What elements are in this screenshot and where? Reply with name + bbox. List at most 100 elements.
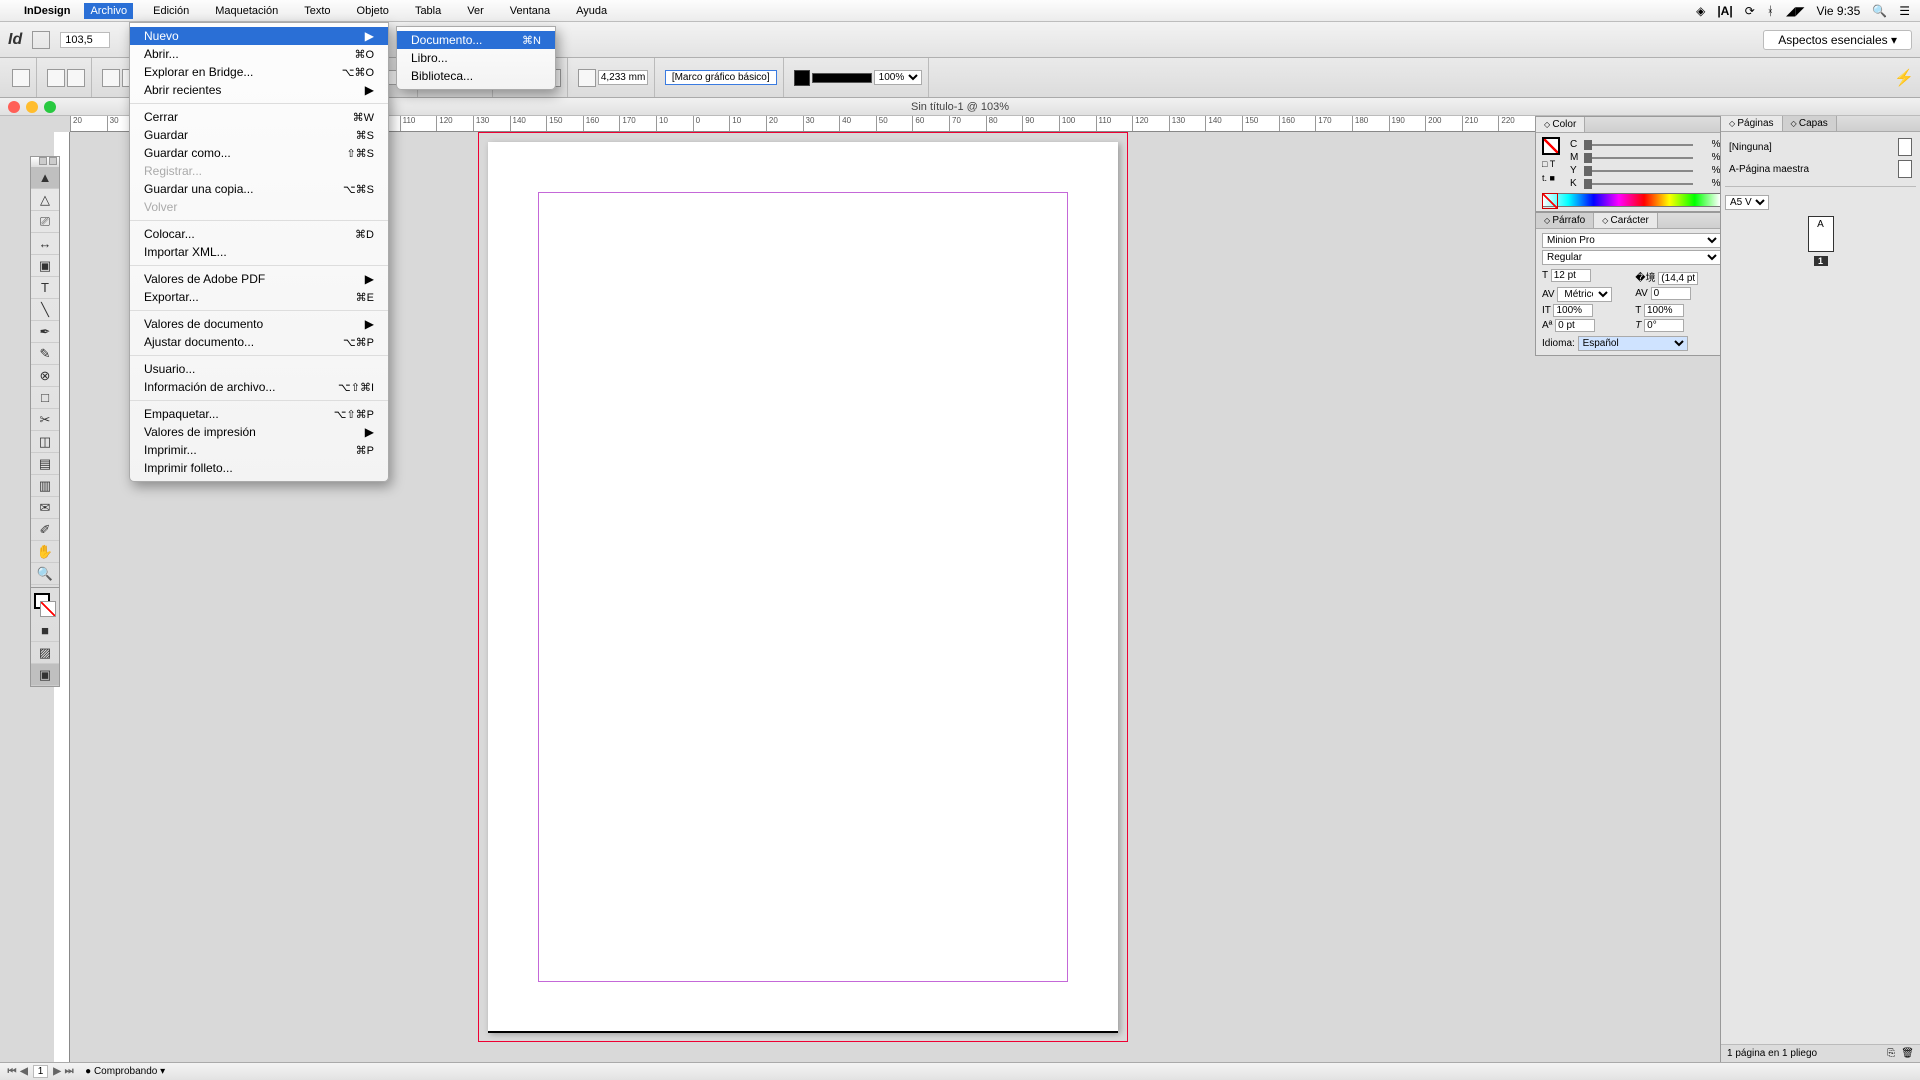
corner-size-input[interactable]	[598, 70, 648, 85]
spotlight-icon[interactable]: 🔍	[1872, 4, 1887, 18]
apply-color-button[interactable]: ■	[31, 620, 59, 642]
direct-selection-tool[interactable]: △	[31, 189, 59, 211]
vscale-input[interactable]	[1553, 304, 1593, 317]
file-menu-item[interactable]: Empaquetar...⌥⇧⌘P	[130, 405, 388, 423]
selection-tool[interactable]: ▲	[31, 167, 59, 189]
menu-ver[interactable]: Ver	[461, 3, 490, 19]
zoom-window-button[interactable]	[44, 101, 56, 113]
shield-icon[interactable]: ◈	[1696, 4, 1705, 18]
master-none[interactable]: [Ninguna]	[1725, 136, 1916, 158]
pct-select[interactable]: 100%	[874, 70, 922, 85]
menu-maquetacion[interactable]: Maquetación	[209, 3, 284, 19]
rectangle-frame-tool[interactable]: ⊗	[31, 365, 59, 387]
gradient-swatch-tool[interactable]: ▤	[31, 453, 59, 475]
menu-ayuda[interactable]: Ayuda	[570, 3, 613, 19]
color-slider[interactable]	[1584, 144, 1693, 146]
lightning-icon[interactable]: ⚡	[1894, 68, 1914, 88]
font-family-select[interactable]: Minion Pro	[1542, 233, 1721, 248]
hscale-input[interactable]	[1644, 304, 1684, 317]
file-menu-item[interactable]: Cerrar⌘W	[130, 108, 388, 126]
tab-color[interactable]: Color	[1536, 117, 1585, 132]
file-menu-item[interactable]: Guardar una copia...⌥⌘S	[130, 180, 388, 198]
fill-stroke-swatch[interactable]	[31, 590, 59, 620]
object-style-select[interactable]: [Marco gráfico básico]	[665, 70, 777, 85]
new-submenu-item[interactable]: Documento...⌘N	[397, 31, 555, 49]
file-menu-item[interactable]: Importar XML...	[130, 243, 388, 261]
menu-objeto[interactable]: Objeto	[351, 3, 395, 19]
new-submenu-item[interactable]: Biblioteca...	[397, 67, 555, 85]
line-tool[interactable]: ╲	[31, 299, 59, 321]
new-submenu-item[interactable]: Libro...	[397, 49, 555, 67]
file-menu-item[interactable]: Imprimir...⌘P	[130, 441, 388, 459]
tab-paginas[interactable]: Páginas	[1721, 116, 1783, 131]
menu-archivo[interactable]: Archivo	[84, 3, 133, 19]
page[interactable]	[488, 142, 1118, 1032]
zoom-field[interactable]: 103,5	[60, 32, 110, 48]
apply-gradient-button[interactable]: ▨	[31, 642, 59, 664]
gap-tool[interactable]: ↔	[31, 233, 59, 255]
font-weight-select[interactable]: Regular	[1542, 250, 1721, 265]
leading-input[interactable]	[1658, 272, 1698, 285]
color-slider[interactable]	[1584, 170, 1693, 172]
file-menu-item[interactable]: Abrir recientes▶	[130, 81, 388, 99]
color-spectrum[interactable]	[1542, 193, 1721, 207]
tab-parrafo[interactable]: Párrafo	[1536, 213, 1594, 228]
pen-tool[interactable]: ✒	[31, 321, 59, 343]
workspace-switcher[interactable]: Aspectos esenciales ▾	[1763, 30, 1912, 50]
close-window-button[interactable]	[8, 101, 20, 113]
file-menu-item[interactable]: Exportar...⌘E	[130, 288, 388, 306]
file-menu-item[interactable]: Nuevo▶	[130, 27, 388, 45]
file-menu-item[interactable]: Usuario...	[130, 360, 388, 378]
kerning-select[interactable]: Métrico	[1557, 287, 1612, 302]
file-menu-item[interactable]: Guardar como...⇧⌘S	[130, 144, 388, 162]
page-size-select[interactable]: A5 V	[1725, 195, 1769, 210]
screen-mode-button[interactable]: ▣	[31, 664, 59, 686]
file-menu-item[interactable]: Valores de impresión▶	[130, 423, 388, 441]
font-size-input[interactable]	[1551, 269, 1591, 282]
master-a[interactable]: A-Página maestra	[1725, 158, 1916, 180]
rectangle-tool[interactable]: □	[31, 387, 59, 409]
menu-edicion[interactable]: Edición	[147, 3, 195, 19]
color-fill-swatch[interactable]	[1542, 137, 1560, 155]
type-tool[interactable]: T	[31, 277, 59, 299]
pencil-tool[interactable]: ✎	[31, 343, 59, 365]
file-menu-item[interactable]: Información de archivo...⌥⇧⌘I	[130, 378, 388, 396]
clock[interactable]: Vie 9:35	[1816, 4, 1860, 18]
collapse-icon[interactable]	[39, 157, 47, 165]
corner-icon[interactable]	[578, 69, 596, 87]
stroke-style-bar[interactable]	[812, 73, 872, 83]
new-page-button[interactable]: ⎘	[1887, 1048, 1895, 1059]
page-nav[interactable]: ⏮◀ 1 ▶⏭	[6, 1066, 75, 1077]
hand-tool[interactable]: ✋	[31, 541, 59, 563]
file-menu-item[interactable]: Guardar⌘S	[130, 126, 388, 144]
bridge-icon[interactable]	[32, 31, 50, 49]
file-menu-item[interactable]: Ajustar documento...⌥⌘P	[130, 333, 388, 351]
tracking-input[interactable]	[1651, 287, 1691, 300]
file-menu-item[interactable]: Valores de documento▶	[130, 315, 388, 333]
page-thumbnail-1[interactable]	[1808, 216, 1834, 252]
scale-icon[interactable]	[102, 69, 120, 87]
bluetooth-icon[interactable]: ᚼ	[1767, 4, 1774, 18]
zoom-tool[interactable]: 🔍	[31, 563, 59, 585]
preflight-status[interactable]: ● Comprobando ▾	[85, 1066, 165, 1077]
menu-tabla[interactable]: Tabla	[409, 3, 447, 19]
adobe-icon[interactable]: |A|	[1717, 4, 1732, 18]
delete-page-button[interactable]: 🗑	[1901, 1048, 1914, 1059]
color-slider[interactable]	[1584, 183, 1693, 185]
menu-icon[interactable]: ☰	[1899, 4, 1910, 18]
tab-capas[interactable]: Capas	[1783, 116, 1837, 131]
file-menu-item[interactable]: Abrir...⌘O	[130, 45, 388, 63]
file-menu-item[interactable]: Explorar en Bridge...⌥⌘O	[130, 63, 388, 81]
eyedropper-tool[interactable]: ✐	[31, 519, 59, 541]
content-collector-tool[interactable]: ▣	[31, 255, 59, 277]
ref-point-icon[interactable]	[12, 69, 30, 87]
scissors-tool[interactable]: ✂	[31, 409, 59, 431]
gradient-feather-tool[interactable]: ▥	[31, 475, 59, 497]
language-select[interactable]: Español	[1578, 336, 1688, 351]
app-name[interactable]: InDesign	[24, 5, 70, 17]
fill-swatch-2[interactable]	[794, 70, 810, 86]
close-icon[interactable]	[49, 157, 57, 165]
minimize-window-button[interactable]	[26, 101, 38, 113]
menu-ventana[interactable]: Ventana	[504, 3, 556, 19]
note-tool[interactable]: ✉	[31, 497, 59, 519]
